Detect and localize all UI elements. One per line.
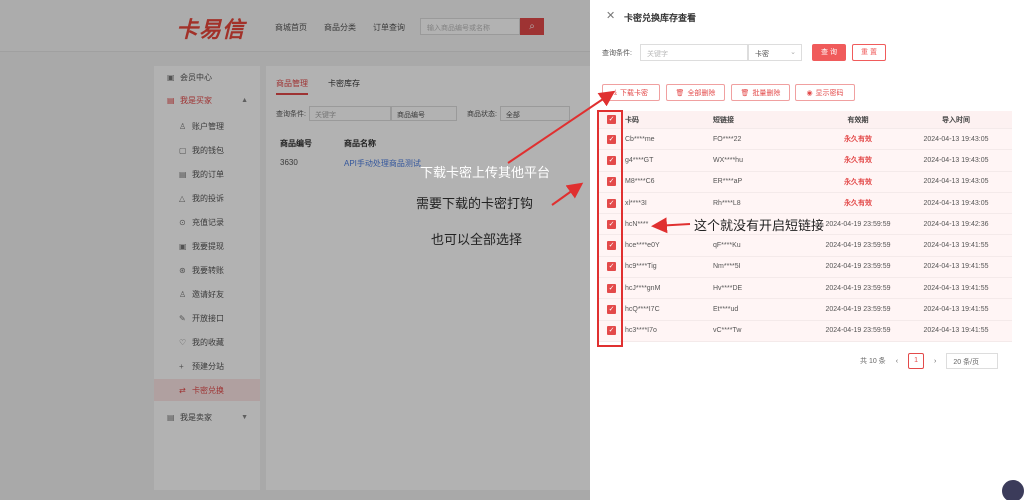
prev-page-icon[interactable]: ‹ bbox=[896, 358, 898, 365]
next-page-icon[interactable]: › bbox=[934, 358, 936, 365]
annotation-check: 需要下载的卡密打钩 bbox=[416, 197, 534, 212]
card-code: hcN**** bbox=[625, 220, 649, 228]
col-validity: 有效期 bbox=[847, 116, 869, 124]
query-button[interactable]: 查 询 bbox=[812, 44, 846, 61]
card-code: xl****3I bbox=[625, 199, 647, 207]
annotation-download: 下载卡密上传其他平台 bbox=[420, 166, 551, 181]
close-icon[interactable]: ✕ bbox=[606, 9, 615, 22]
col-import-time: 导入时间 bbox=[942, 116, 970, 124]
batch-delete-button[interactable]: 🗑 批量删除 bbox=[731, 84, 790, 101]
table-row[interactable]: ✓ hcJ****gnM Hv****DE 2024-04-19 23:59:5… bbox=[598, 278, 1012, 300]
short-link: vC****Tw bbox=[713, 327, 742, 335]
page-number[interactable]: 1 bbox=[908, 353, 925, 369]
import-time: 2024-04-13 19:43:05 bbox=[923, 156, 989, 164]
import-time: 2024-04-13 19:41:55 bbox=[923, 327, 989, 335]
table-row[interactable]: ✓ hcQ****I7C Et****ud 2024-04-19 23:59:5… bbox=[598, 299, 1012, 321]
query-type-select[interactable]: 卡密 ⌄ bbox=[748, 44, 802, 61]
validity: 2024-04-19 23:59:59 bbox=[825, 306, 891, 314]
query-keyword-input[interactable]: 关键字 bbox=[640, 44, 748, 61]
validity: 永久有效 bbox=[844, 136, 872, 144]
pagination: 共 10 条 ‹ 1 › 20 条/页 bbox=[860, 353, 999, 369]
drawer-title: 卡密兑换库存查看 bbox=[624, 13, 697, 23]
import-time: 2024-04-13 19:41:55 bbox=[923, 306, 989, 314]
short-link: Rh****L8 bbox=[713, 199, 741, 207]
download-icon: ⤓ bbox=[613, 88, 618, 96]
modal-overlay[interactable] bbox=[0, 0, 590, 500]
table-row[interactable]: ✓ hc3****I7o vC****Tw 2024-04-19 23:59:5… bbox=[598, 320, 1012, 342]
validity: 2024-04-19 23:59:59 bbox=[825, 284, 891, 292]
trash-icon: 🗑 bbox=[675, 89, 685, 97]
import-time: 2024-04-13 19:41:55 bbox=[923, 242, 989, 250]
table-row[interactable]: ✓ hce****e0Y qF****Ku 2024-04-19 23:59:5… bbox=[598, 235, 1012, 257]
query-type-value: 卡密 bbox=[755, 51, 769, 58]
import-time: 2024-04-13 19:41:55 bbox=[923, 263, 989, 271]
annotation-select-all: 也可以全部选择 bbox=[431, 233, 523, 248]
short-link: ER****aP bbox=[713, 178, 743, 186]
card-code: hcQ****I7C bbox=[625, 306, 660, 314]
short-link: Nm****5I bbox=[713, 263, 741, 271]
card-code: hc3****I7o bbox=[625, 327, 657, 335]
table-row[interactable]: ✓ Cb****me FO****22 永久有效 2024-04-13 19:4… bbox=[598, 129, 1012, 151]
card-code: hc9****Tig bbox=[625, 263, 657, 271]
short-link: Et****ud bbox=[713, 306, 739, 314]
trash-icon: 🗑 bbox=[740, 89, 750, 97]
col-short-link: 短链接 bbox=[713, 116, 734, 124]
validity: 永久有效 bbox=[844, 157, 872, 165]
import-time: 2024-04-13 19:42:36 bbox=[923, 220, 989, 228]
chevron-down-icon: ⌄ bbox=[790, 49, 796, 56]
import-time: 2024-04-13 19:43:05 bbox=[923, 199, 989, 207]
card-stock-drawer: ✕ 卡密兑换库存查看 查询条件: 关键字 卡密 ⌄ 查 询 重 置 ⤓ 下载卡密 … bbox=[590, 0, 1024, 500]
table-row[interactable]: ✓ xl****3I Rh****L8 永久有效 2024-04-13 19:4… bbox=[598, 192, 1012, 215]
short-link: WX****hu bbox=[713, 156, 743, 164]
page-size-select[interactable]: 20 条/页 bbox=[946, 353, 999, 369]
card-code: hcJ****gnM bbox=[625, 284, 661, 292]
show-password-button[interactable]: ◉ 显示密码 bbox=[795, 84, 855, 101]
validity: 永久有效 bbox=[844, 178, 872, 186]
import-time: 2024-04-13 19:43:05 bbox=[923, 135, 989, 143]
validity: 2024-04-19 23:59:59 bbox=[825, 242, 891, 250]
annotation-no-short-link: 这个就没有开启短链接 bbox=[694, 219, 825, 234]
import-time: 2024-04-13 19:41:55 bbox=[923, 284, 989, 292]
import-time: 2024-04-13 19:43:05 bbox=[923, 178, 989, 186]
eye-icon: ◉ bbox=[806, 89, 813, 97]
validity: 2024-04-19 23:59:59 bbox=[825, 327, 891, 335]
card-code: hce****e0Y bbox=[625, 242, 660, 250]
total-count: 共 10 条 bbox=[860, 358, 886, 365]
card-table-header: ✓ 卡码 短链接 有效期 导入时间 bbox=[598, 111, 1012, 129]
card-code: M8****C6 bbox=[625, 178, 655, 186]
table-row[interactable]: ✓ M8****C6 ER****aP 永久有效 2024-04-13 19:4… bbox=[598, 171, 1012, 193]
delete-all-button[interactable]: 🗑 全部删除 bbox=[666, 84, 725, 101]
short-link: qF****Ku bbox=[713, 242, 741, 250]
table-row[interactable]: ✓ g4****GT WX****hu 永久有效 2024-04-13 19:4… bbox=[598, 150, 1012, 172]
short-link: Hv****DE bbox=[713, 284, 743, 292]
avatar[interactable] bbox=[1000, 478, 1024, 500]
card-code: Cb****me bbox=[625, 135, 655, 143]
short-link: FO****22 bbox=[713, 135, 742, 143]
query-label: 查询条件: bbox=[602, 50, 632, 57]
validity: 2024-04-19 23:59:59 bbox=[825, 263, 891, 271]
download-cards-button[interactable]: ⤓ 下载卡密 bbox=[602, 84, 660, 101]
card-code: g4****GT bbox=[625, 156, 654, 164]
checkbox-highlight-frame bbox=[597, 110, 623, 347]
validity: 2024-04-19 23:59:59 bbox=[825, 220, 891, 228]
reset-button[interactable]: 重 置 bbox=[852, 44, 886, 61]
col-card-code: 卡码 bbox=[625, 116, 639, 124]
table-row[interactable]: ✓ hc9****Tig Nm****5I 2024-04-19 23:59:5… bbox=[598, 256, 1012, 279]
validity: 永久有效 bbox=[844, 200, 872, 208]
